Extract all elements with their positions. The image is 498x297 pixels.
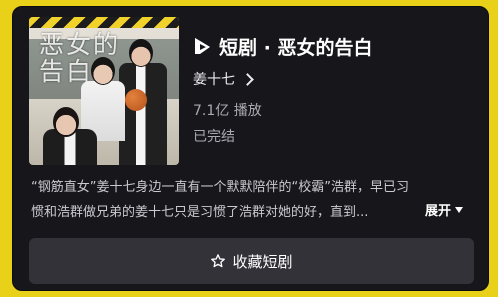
star-outline-icon <box>211 254 226 268</box>
expand-button[interactable]: 展开 <box>425 200 464 219</box>
author-name: 姜十七 <box>193 72 235 88</box>
play-logo-icon <box>195 38 210 54</box>
poster-figure <box>53 107 79 137</box>
basketball <box>125 89 147 111</box>
description-line: 惯和浩群做兄弟的姜十七只是习惯了浩群对她的好，直到... <box>31 205 369 220</box>
drama-poster[interactable]: 恶女的告白 <box>29 17 179 165</box>
collect-label: 收藏短剧 <box>232 252 293 271</box>
drama-description: “钢筋直女”姜十七身边一直有一个默默陪伴的“校霸”浩群，早已习 惯和浩群做兄弟的… <box>31 175 421 225</box>
drama-card: 恶女的告白 短剧 · 恶女的告白 姜十七 7.1亿 播放 已完结 “钢筋直女”姜… <box>12 6 489 291</box>
poster-figure <box>119 63 167 165</box>
expand-label: 展开 <box>425 204 452 219</box>
poster-figure <box>129 39 153 67</box>
play-count: 7.1亿 播放 <box>193 103 262 119</box>
completion-status: 已完结 <box>193 129 235 145</box>
author-link[interactable]: 姜十七 <box>193 69 254 89</box>
caret-down-icon <box>455 206 464 213</box>
poster-caution-stripe <box>29 17 179 28</box>
drama-title-row[interactable]: 短剧 · 恶女的告白 <box>191 33 372 59</box>
drama-title: 短剧 · 恶女的告白 <box>219 36 373 59</box>
chevron-right-icon <box>241 72 254 86</box>
poster-title-art: 恶女的告白 <box>39 30 121 86</box>
poster-figure <box>91 57 115 85</box>
collect-button[interactable]: 收藏短剧 <box>29 238 474 284</box>
description-line: “钢筋直女”姜十七身边一直有一个默默陪伴的“校霸”浩群，早已习 <box>31 180 409 195</box>
